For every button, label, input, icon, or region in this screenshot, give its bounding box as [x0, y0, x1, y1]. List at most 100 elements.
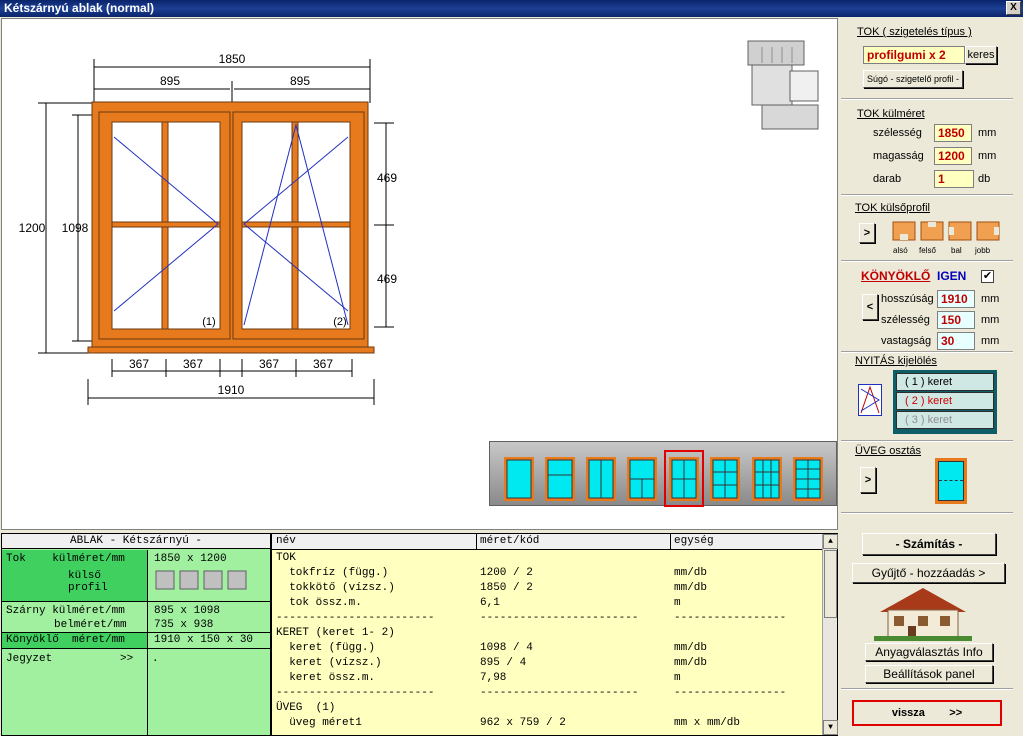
window-type-strip [489, 441, 837, 507]
konyoklo-arrow-button[interactable]: < [862, 294, 878, 320]
row-size: 6,1 [480, 597, 500, 609]
keres-button[interactable]: keres [965, 46, 997, 64]
scroll-down-icon[interactable]: ▼ [823, 720, 838, 735]
profile-jobb-icon[interactable] [976, 221, 1000, 241]
row-unit: ----------------- [674, 687, 787, 699]
sash-label-2: (2) [333, 316, 346, 328]
kszelesseg-input[interactable]: 150 [937, 311, 975, 329]
dim-height-outer: 1200 [19, 221, 46, 235]
profile-label-felso: felső [919, 246, 936, 255]
konyoklo-igen: IGEN [937, 269, 967, 283]
row-unit: mm/db [674, 582, 708, 594]
kulmeret-title: TOK külméret [857, 108, 925, 120]
row-name: KERET (keret 1- 2) [276, 627, 395, 639]
konyoklo-title: KÖNYÖKLŐ [861, 269, 931, 283]
summary-jegyzet-label: Jegyzet [6, 653, 53, 665]
row-name: tokfríz (függ.) [276, 567, 389, 579]
magassag-unit: mm [978, 150, 997, 162]
window-type-4[interactable] [627, 457, 657, 501]
tok-title: TOK ( szigetelés típus ) [857, 26, 972, 38]
window-type-5[interactable] [669, 457, 699, 501]
details-table: név méret/kód egység TOK tokfríz (függ.)… [271, 533, 838, 736]
row-size: ------------------------ [480, 687, 639, 699]
row-name: tokkötő (vízsz.) [276, 582, 395, 594]
dim-top: 1850 [219, 52, 246, 66]
gyujto-button[interactable]: Gyűjtő - hozzáadás > [852, 563, 1005, 583]
szelesseg-label: szélesség [873, 127, 922, 139]
profile-bal-icon[interactable] [948, 221, 972, 241]
nyitas-item-3[interactable]: ( 3 ) keret [896, 411, 994, 429]
table-row: TOK [272, 552, 822, 567]
summary-profile-icons [154, 569, 254, 595]
window-type-6[interactable] [710, 457, 740, 501]
summary-header: ABLAK - Kétszárnyú - [2, 534, 270, 549]
row-name: keret össz.m. [276, 672, 376, 684]
details-rows: TOK tokfríz (függ.) 1200 / 2 mm/db tokkötő… [272, 552, 822, 732]
darab-input[interactable]: 1 [934, 170, 974, 188]
row-name: TOK [276, 552, 296, 564]
close-button[interactable]: X [1006, 1, 1021, 15]
row-size: 895 / 4 [480, 657, 527, 669]
szelesseg-input[interactable]: 1850 [934, 124, 972, 142]
house-image [874, 586, 972, 641]
sugo-button[interactable]: Súgó - szigetelő profil - [863, 70, 963, 88]
darab-label: darab [873, 173, 902, 185]
row-size: 962 x 759 / 2 [480, 717, 566, 729]
details-scrollbar[interactable]: ▲ ▼ [822, 534, 838, 735]
window-type-7[interactable] [752, 457, 782, 501]
uveg-title: ÜVEG osztás [855, 445, 922, 457]
window-title: Kétszárnyú ablak (normal) [4, 1, 155, 15]
profile-felso-icon[interactable] [920, 221, 944, 241]
window-type-1[interactable] [504, 457, 534, 501]
table-row: ------------------------ ----------------… [272, 687, 822, 702]
vissza-button[interactable]: vissza >> [852, 700, 1002, 726]
profile-also-icon[interactable] [892, 221, 916, 241]
row-unit: m [674, 672, 681, 684]
hosszusag-input[interactable]: 1910 [937, 290, 975, 308]
table-row: tokfríz (függ.) 1200 / 2 mm/db [272, 567, 822, 582]
summary-bel-label: belméret/mm [54, 619, 127, 631]
szelesseg-unit: mm [978, 127, 997, 139]
window-type-3[interactable] [586, 457, 616, 501]
summary-jegyzet-arrow[interactable]: >> [120, 653, 133, 665]
tok-type-field[interactable]: profilgumi x 2 [863, 46, 965, 64]
nyitas-item-2[interactable]: ( 2 ) keret [896, 392, 994, 410]
profile-arrow-button[interactable]: > [859, 223, 875, 243]
window-sill [87, 346, 375, 354]
row-name: üveg méret1 [276, 717, 362, 729]
dim-right-lower: 469 [377, 272, 397, 286]
summary-szarny-label: Szárny külméret/mm [6, 605, 125, 617]
scroll-thumb[interactable] [824, 550, 837, 618]
vastagsag-input[interactable]: 30 [937, 332, 975, 350]
row-unit: mm/db [674, 657, 708, 669]
window-type-8[interactable] [793, 457, 823, 501]
dim-bottom-2: 367 [183, 357, 203, 371]
window-drawing-canvas: 1850 895 895 1200 1098 (1) (2) 469 469 3… [1, 18, 838, 530]
table-row: tok össz.m. 6,1 m [272, 597, 822, 612]
table-row: keret (vízsz.) 895 / 4 mm/db [272, 657, 822, 672]
row-name: ÜVEG (1) [276, 702, 336, 714]
profile-label-also: alsó [893, 246, 908, 255]
vastagsag-label: vastagság [881, 335, 932, 347]
right-panel: TOK ( szigetelés típus ) profilgumi x 2 … [841, 18, 1023, 736]
scroll-up-icon[interactable]: ▲ [823, 534, 838, 549]
summary-panel: ABLAK - Kétszárnyú - Tok külméret/mm kül… [1, 533, 271, 736]
summary-bel-value: 735 x 938 [154, 619, 214, 631]
beallitasok-button[interactable]: Beállítások panel [865, 665, 993, 683]
kszelesseg-unit: mm [981, 314, 1000, 326]
dim-bottom-3: 367 [259, 357, 279, 371]
szamitas-button[interactable]: - Számítás - [862, 533, 996, 555]
table-row: keret (függ.) 1098 / 4 mm/db [272, 642, 822, 657]
summary-jegyzet-value[interactable]: . [152, 653, 159, 665]
konyoklo-checkbox[interactable]: ✔ [981, 270, 994, 283]
nyitas-item-1[interactable]: ( 1 ) keret [896, 373, 994, 391]
uveg-arrow-button[interactable]: > [860, 467, 876, 493]
row-unit: ----------------- [674, 612, 787, 624]
window-type-2[interactable] [545, 457, 575, 501]
row-unit: mm/db [674, 567, 708, 579]
magassag-input[interactable]: 1200 [934, 147, 972, 165]
row-unit: mm/db [674, 642, 708, 654]
row-unit: m [674, 597, 681, 609]
anyagvalasztas-button[interactable]: Anyagválasztás Info [865, 643, 993, 661]
dim-left-half: 895 [160, 74, 180, 88]
